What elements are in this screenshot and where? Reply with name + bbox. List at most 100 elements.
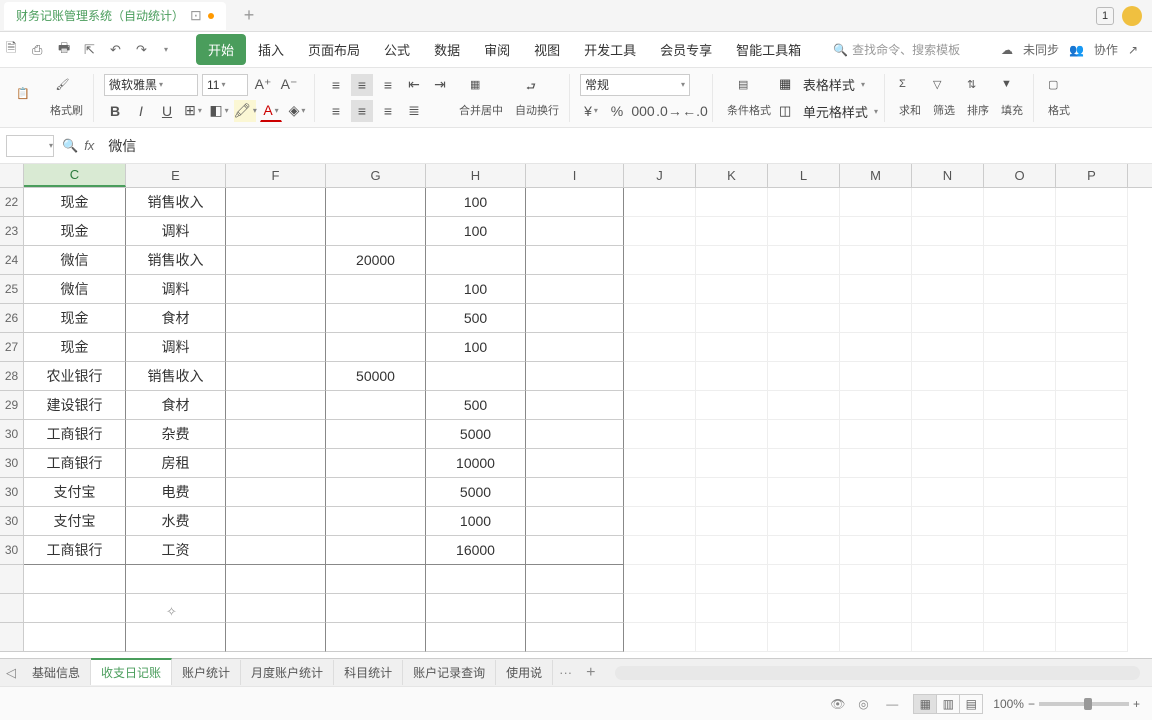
cell[interactable] (1056, 449, 1128, 478)
cell[interactable] (1056, 217, 1128, 246)
cell[interactable] (984, 391, 1056, 420)
increase-font-icon[interactable]: A⁺ (252, 74, 274, 96)
cell[interactable] (326, 565, 426, 594)
cell[interactable]: 微信 (24, 246, 126, 275)
cell[interactable] (840, 275, 912, 304)
menu-会员专享[interactable]: 会员专享 (648, 34, 724, 65)
cell[interactable]: 工商银行 (24, 449, 126, 478)
conditional-format-button[interactable]: ▤条件格式 (723, 76, 775, 120)
font-color-button[interactable]: A▾ (260, 100, 282, 122)
comma-icon[interactable]: 000 (632, 100, 654, 122)
cell[interactable]: 500 (426, 304, 526, 333)
cell[interactable]: 100 (426, 188, 526, 217)
cell[interactable] (526, 188, 624, 217)
cell[interactable] (912, 391, 984, 420)
italic-button[interactable]: I (130, 100, 152, 122)
cell[interactable]: 杂费 (126, 420, 226, 449)
cell[interactable] (912, 188, 984, 217)
cell[interactable]: 现金 (24, 304, 126, 333)
font-size-combo[interactable]: 11▾ (202, 74, 248, 96)
cell[interactable]: 调料 (126, 333, 226, 362)
zoom-in-button[interactable]: + (1133, 697, 1140, 711)
name-box[interactable]: ▾ (6, 135, 54, 157)
cell[interactable] (526, 507, 624, 536)
cell[interactable] (426, 362, 526, 391)
col-header-H[interactable]: H (426, 164, 526, 187)
cell[interactable] (326, 217, 426, 246)
cell[interactable] (696, 333, 768, 362)
cell[interactable] (624, 594, 696, 623)
cell[interactable] (326, 536, 426, 565)
cell[interactable]: 调料 (126, 275, 226, 304)
table-style-button[interactable]: ▦ 表格样式▾ (779, 75, 878, 94)
command-search[interactable]: 🔍 查找命令、搜索模板 (833, 41, 960, 58)
cell[interactable] (226, 217, 326, 246)
cell[interactable] (696, 449, 768, 478)
cell[interactable] (326, 449, 426, 478)
cell[interactable]: 100 (426, 275, 526, 304)
menu-开始[interactable]: 开始 (196, 34, 246, 65)
cell[interactable] (426, 565, 526, 594)
cell[interactable] (526, 594, 624, 623)
cell[interactable] (1056, 478, 1128, 507)
cell[interactable]: 电费 (126, 478, 226, 507)
row-header[interactable]: 24 (0, 246, 24, 275)
cell[interactable] (1056, 536, 1128, 565)
cell[interactable]: 5000 (426, 478, 526, 507)
number-format-combo[interactable]: 常规▾ (580, 74, 690, 96)
row-header[interactable]: 30 (0, 449, 24, 478)
zoom-out-button[interactable]: − (1028, 697, 1035, 711)
cell[interactable] (696, 623, 768, 652)
cell[interactable] (1056, 188, 1128, 217)
sheet-tab-4[interactable]: 科目统计 (334, 660, 403, 685)
row-header[interactable]: 30 (0, 507, 24, 536)
cell[interactable] (126, 565, 226, 594)
font-name-combo[interactable]: 微软雅黑▾ (104, 74, 198, 96)
col-header-G[interactable]: G (326, 164, 426, 187)
increase-decimal-icon[interactable]: .0→ (658, 100, 680, 122)
fill-button[interactable]: ▼填充 (997, 76, 1027, 120)
formula-input[interactable]: 微信 (102, 136, 136, 156)
cell[interactable] (912, 565, 984, 594)
cell[interactable] (768, 246, 840, 275)
document-tab[interactable]: 财务记账管理系统（自动统计） ⊡ (4, 2, 226, 30)
normal-view-button[interactable]: ▦ (913, 694, 937, 714)
cell[interactable]: 销售收入 (126, 246, 226, 275)
cell[interactable] (840, 478, 912, 507)
col-header-P[interactable]: P (1056, 164, 1128, 187)
col-header-C[interactable]: C (24, 164, 126, 187)
page-break-button[interactable]: ▤ (959, 694, 983, 714)
cell[interactable] (696, 594, 768, 623)
sheet-more-icon[interactable]: ··· (553, 665, 578, 680)
cell[interactable] (768, 333, 840, 362)
cell[interactable] (840, 536, 912, 565)
cell[interactable] (624, 420, 696, 449)
cell[interactable] (24, 623, 126, 652)
currency-icon[interactable]: ¥▾ (580, 100, 602, 122)
cell[interactable] (768, 623, 840, 652)
cell[interactable] (696, 246, 768, 275)
cell[interactable] (226, 507, 326, 536)
qat-more-icon[interactable]: ▾ (164, 42, 180, 58)
menu-审阅[interactable]: 审阅 (472, 34, 522, 65)
col-header-I[interactable]: I (526, 164, 624, 187)
cell[interactable] (326, 304, 426, 333)
cell[interactable] (696, 536, 768, 565)
cell[interactable] (526, 275, 624, 304)
row-header[interactable]: 30 (0, 536, 24, 565)
cell[interactable] (526, 391, 624, 420)
cell[interactable] (840, 594, 912, 623)
sheet-nav-first-icon[interactable]: ◁ (6, 665, 16, 681)
export-icon[interactable]: ⇱ (84, 42, 100, 58)
cell[interactable] (984, 594, 1056, 623)
add-sheet-button[interactable]: + (578, 664, 603, 682)
menu-插入[interactable]: 插入 (246, 34, 296, 65)
cell[interactable]: 1000 (426, 507, 526, 536)
cell[interactable]: 工资 (126, 536, 226, 565)
cell[interactable] (840, 507, 912, 536)
cell[interactable]: 100 (426, 217, 526, 246)
notification-badge[interactable]: 1 (1096, 7, 1114, 25)
cell[interactable] (1056, 507, 1128, 536)
row-header[interactable]: 30 (0, 478, 24, 507)
align-justify-icon[interactable]: ≣ (403, 100, 425, 122)
